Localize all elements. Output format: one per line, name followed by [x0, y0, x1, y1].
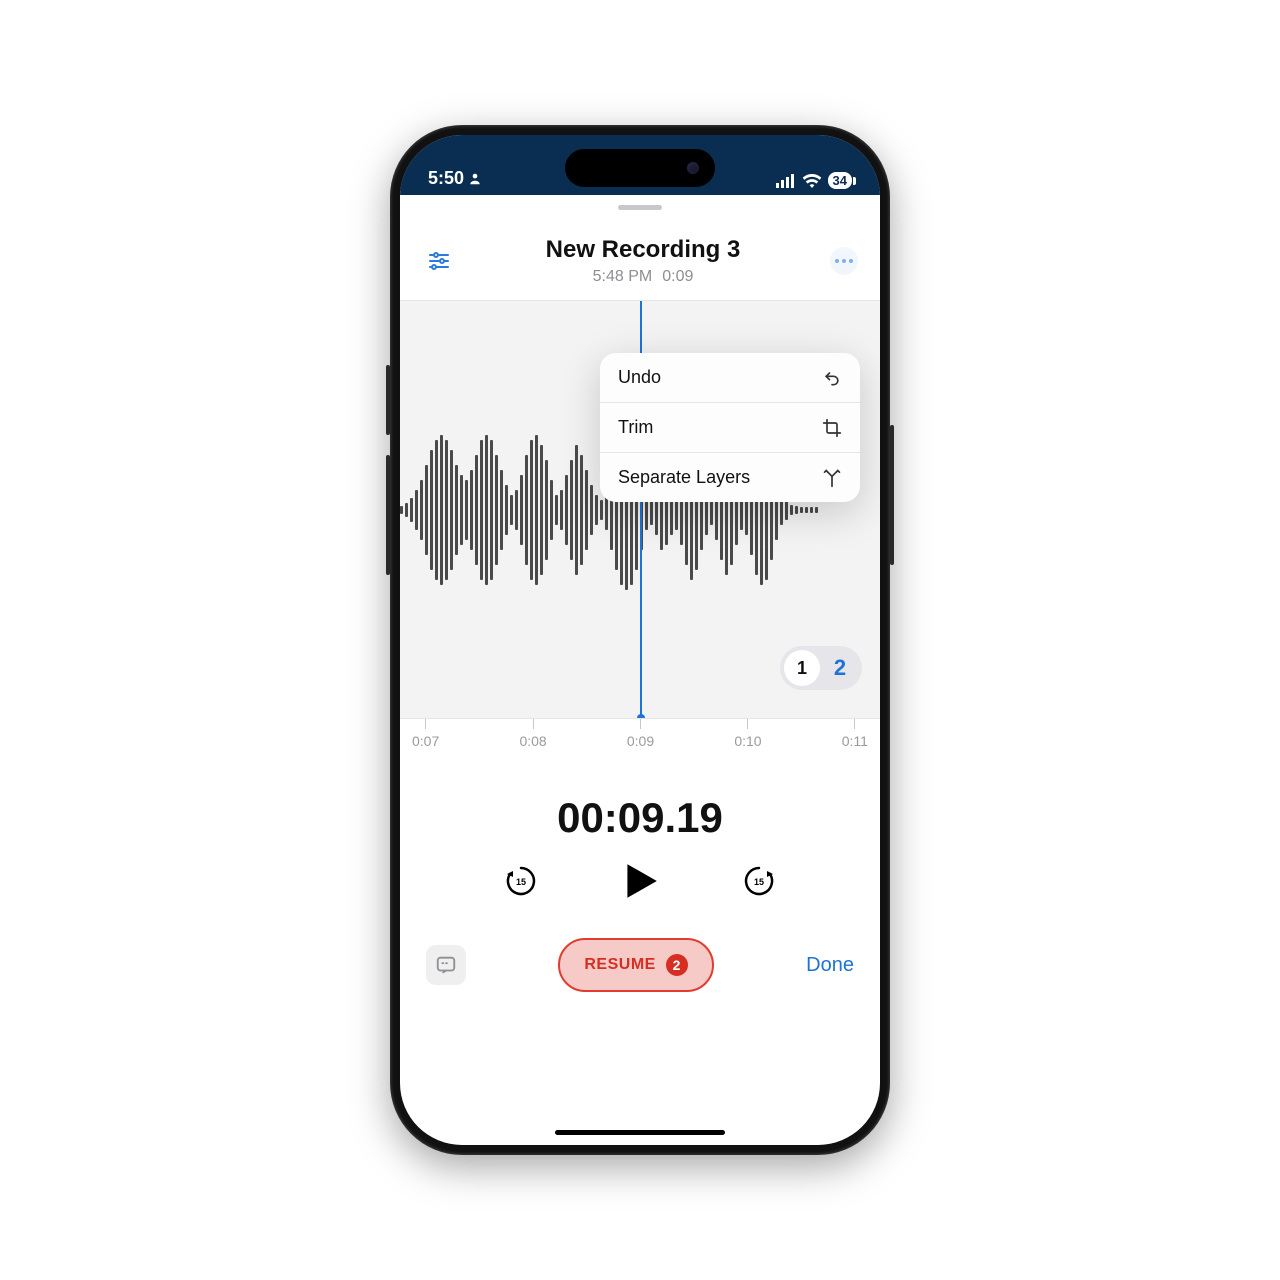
options-menu: Undo Trim Separate Layers: [600, 353, 860, 502]
recording-time: 5:48 PM: [593, 268, 653, 286]
menu-undo[interactable]: Undo: [600, 353, 860, 403]
phone-frame: 5:50 34: [390, 125, 890, 1155]
wifi-icon: [802, 174, 822, 188]
transport-controls: 15 15: [400, 852, 880, 920]
timeline-ruler[interactable]: 0:07 0:08 0:09 0:10 0:11: [400, 718, 880, 760]
menu-trim[interactable]: Trim: [600, 403, 860, 453]
recording-title[interactable]: New Recording 3: [456, 236, 830, 264]
home-indicator[interactable]: [555, 1130, 725, 1135]
svg-text:15: 15: [516, 877, 526, 887]
more-options-button[interactable]: [830, 247, 858, 275]
ruler-tick: 0:11: [842, 719, 868, 760]
resume-label: RESUME: [584, 956, 655, 974]
battery-indicator: 34: [828, 172, 852, 189]
cellular-signal-icon: [776, 174, 796, 188]
transcript-button[interactable]: [426, 945, 466, 985]
status-bar: 5:50 34: [400, 135, 880, 195]
resume-button[interactable]: RESUME 2: [558, 938, 713, 992]
recording-header: New Recording 3 5:48 PM 0:09: [400, 216, 880, 300]
person-location-icon: [468, 172, 482, 186]
settings-sliders-icon[interactable]: [422, 244, 456, 278]
menu-separate-layers[interactable]: Separate Layers: [600, 453, 860, 502]
status-time: 5:50: [428, 168, 464, 189]
layer-2-button[interactable]: 2: [822, 650, 858, 686]
screen: 5:50 34: [400, 135, 880, 1145]
ruler-tick: 0:07: [412, 719, 439, 760]
sheet-grabber[interactable]: [400, 195, 880, 216]
play-button[interactable]: [619, 860, 661, 902]
crop-icon: [822, 418, 842, 438]
done-button[interactable]: Done: [806, 954, 854, 977]
ruler-tick: 0:08: [519, 719, 546, 760]
menu-trim-label: Trim: [618, 417, 653, 438]
recording-duration: 0:09: [662, 268, 693, 286]
ruler-tick: 0:09: [627, 719, 654, 760]
timecode-display: 00:09.19: [400, 760, 880, 852]
menu-separate-label: Separate Layers: [618, 467, 750, 488]
svg-text:15: 15: [754, 877, 764, 887]
skip-forward-15-button[interactable]: 15: [741, 863, 777, 899]
layer-1-button[interactable]: 1: [784, 650, 820, 686]
fork-icon: [822, 468, 842, 488]
skip-back-15-button[interactable]: 15: [503, 863, 539, 899]
ruler-tick: 0:10: [734, 719, 761, 760]
undo-icon: [822, 368, 842, 388]
dynamic-island: [565, 149, 715, 187]
bottom-toolbar: RESUME 2 Done: [400, 920, 880, 1022]
layer-selector: 1 2: [780, 646, 862, 690]
menu-undo-label: Undo: [618, 367, 661, 388]
resume-layer-badge: 2: [666, 954, 688, 976]
